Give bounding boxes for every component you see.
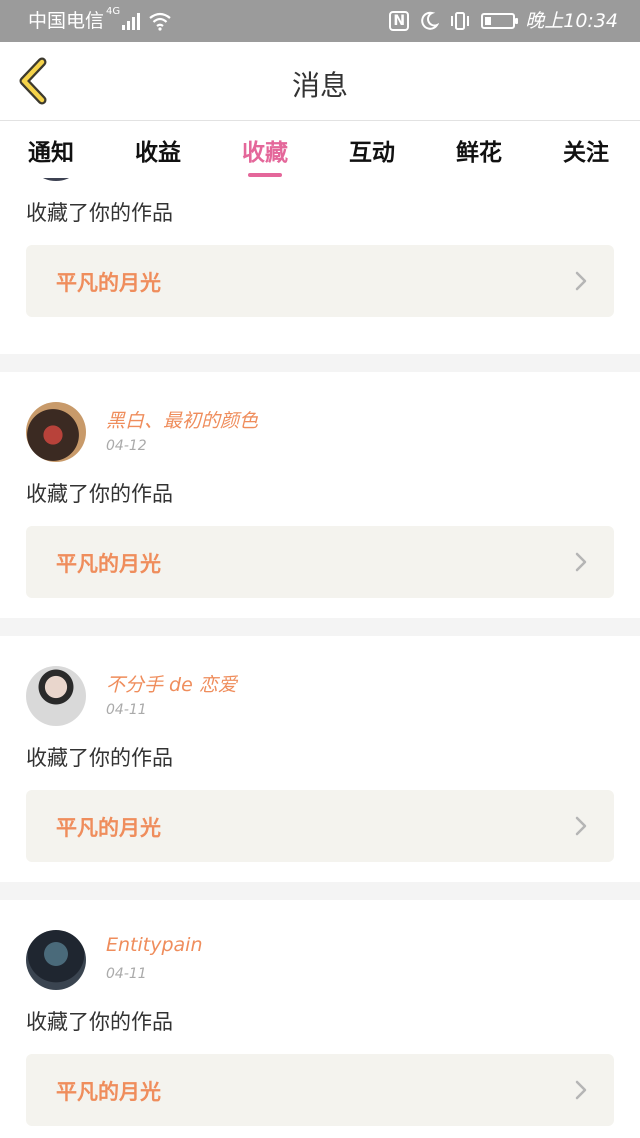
tab-earnings[interactable]: 收益 [118, 133, 198, 167]
tab-label: 收藏 [242, 140, 288, 166]
tab-bar: 通知 收益 收藏 互动 鲜花 关注 [0, 120, 640, 178]
work-link[interactable]: 平凡的月光 [26, 526, 614, 598]
action-text: 收藏了你的作品 [26, 482, 173, 506]
clock: 晚上10:34 [525, 10, 618, 32]
work-title: 平凡的月光 [56, 1080, 161, 1104]
signal-icon [122, 12, 141, 30]
message-card: 黑白、最初的颜色 04-12 收藏了你的作品平凡的月光 [0, 372, 640, 618]
work-title: 平凡的月光 [56, 816, 161, 840]
header: 消息 [0, 42, 640, 120]
tab-notifications[interactable]: 通知 [11, 133, 91, 167]
avatar[interactable] [26, 402, 86, 462]
tab-label: 鲜花 [456, 140, 502, 166]
tab-interactions[interactable]: 互动 [332, 133, 412, 167]
active-tab-indicator [248, 173, 282, 177]
work-link[interactable]: 平凡的月光 [26, 790, 614, 862]
message-card: Entitypain 04-11 收藏了你的作品平凡的月光 [0, 900, 640, 1138]
username[interactable]: 黑白、最初的颜色 [106, 406, 258, 433]
avatar[interactable] [26, 178, 86, 181]
avatar[interactable] [26, 930, 86, 990]
tab-flowers[interactable]: 鲜花 [439, 133, 519, 167]
list-separator [0, 882, 640, 900]
nfc-icon: N [389, 11, 410, 31]
message-date: 04-11 [106, 966, 147, 982]
message-card: 不分手 de 恋爱 04-11 收藏了你的作品平凡的月光 [0, 636, 640, 882]
chevron-right-icon [575, 552, 587, 572]
work-link[interactable]: 平凡的月光 [26, 245, 614, 317]
avatar[interactable] [26, 666, 86, 726]
status-left: 中国电信 4G [28, 6, 172, 33]
message-list: 04-12收藏了你的作品平凡的月光黑白、最初的颜色04-12收藏了你的作品平凡的… [0, 178, 640, 1138]
action-text: 收藏了你的作品 [26, 201, 173, 225]
battery-icon [481, 13, 519, 29]
status-right: N 晚上10:34 [389, 9, 618, 33]
message-card: 04-12收藏了你的作品平凡的月光 [0, 178, 640, 337]
list-separator [0, 618, 640, 636]
tab-label: 收益 [135, 140, 181, 166]
tab-label: 关注 [563, 140, 609, 166]
work-title: 平凡的月光 [56, 552, 161, 576]
tab-label: 互动 [349, 140, 395, 166]
work-link[interactable]: 平凡的月光 [26, 1054, 614, 1126]
username[interactable]: Entitypain [106, 934, 203, 956]
page-title: 消息 [291, 69, 348, 102]
vibrate-icon [451, 12, 470, 30]
action-text: 收藏了你的作品 [26, 746, 173, 770]
chevron-right-icon [575, 271, 587, 291]
network-type: 4G [106, 6, 121, 17]
tab-label: 通知 [28, 140, 74, 166]
message-date: 04-11 [106, 702, 147, 718]
username[interactable]: 不分手 de 恋爱 [106, 670, 237, 697]
wifi-icon [149, 12, 171, 31]
list-separator [0, 354, 640, 372]
status-bar: 中国电信 4G N 晚上10:34 [0, 0, 640, 42]
action-text: 收藏了你的作品 [26, 1010, 173, 1034]
work-title: 平凡的月光 [56, 271, 161, 295]
message-date: 04-12 [106, 438, 147, 454]
moon-icon [421, 11, 440, 30]
tab-follows[interactable]: 关注 [546, 133, 626, 167]
tab-favorites[interactable]: 收藏 [225, 133, 305, 177]
chevron-right-icon [575, 816, 587, 836]
carrier-label: 中国电信 [28, 10, 105, 32]
chevron-right-icon [575, 1080, 587, 1100]
